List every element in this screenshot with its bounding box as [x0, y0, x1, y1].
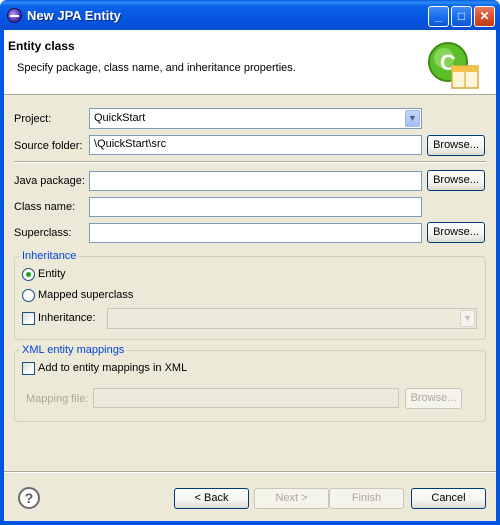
wizard-banner: Entity class Specify package, class name…	[4, 30, 496, 95]
maximize-button[interactable]: □	[451, 6, 472, 27]
java-package-field[interactable]	[89, 171, 422, 191]
page-description: Specify package, class name, and inherit…	[17, 62, 296, 74]
class-name-field[interactable]	[89, 197, 422, 217]
java-package-browse-button[interactable]: Browse...	[427, 170, 485, 191]
project-label: Project:	[14, 113, 52, 125]
finish-button: Finish	[329, 488, 404, 509]
project-select[interactable]: QuickStart ▼	[89, 108, 422, 129]
mapping-file-browse-button: Browse...	[405, 388, 462, 409]
mapping-file-label: Mapping file:	[26, 393, 89, 405]
class-name-label: Class name:	[14, 201, 76, 213]
inheritance-strategy-select: ▼	[107, 308, 477, 329]
mapped-superclass-radio-label[interactable]: Mapped superclass	[38, 289, 133, 301]
footer-separator	[4, 471, 496, 473]
chevron-down-icon[interactable]: ▼	[405, 110, 420, 127]
inheritance-checkbox[interactable]	[22, 312, 35, 325]
project-value: QuickStart	[94, 112, 146, 124]
superclass-label: Superclass:	[14, 227, 72, 239]
xml-mappings-group	[14, 350, 486, 422]
source-folder-label: Source folder:	[14, 140, 83, 152]
add-to-xml-checkbox[interactable]	[22, 362, 35, 375]
superclass-browse-button[interactable]: Browse...	[427, 222, 485, 243]
mapped-superclass-radio[interactable]	[22, 289, 35, 302]
window-title: New JPA Entity	[27, 8, 121, 23]
dialog-window: New JPA Entity _ □ ✕ Entity class Specif…	[0, 0, 500, 525]
radio-selected-dot	[26, 272, 31, 277]
separator	[14, 161, 486, 163]
xml-mappings-group-title: XML entity mappings	[20, 344, 127, 356]
mapping-file-field	[93, 388, 399, 408]
title-bar[interactable]: New JPA Entity _ □ ✕	[0, 0, 500, 30]
inheritance-group-title: Inheritance	[20, 250, 79, 262]
java-package-label: Java package:	[14, 175, 85, 187]
help-icon[interactable]: ?	[18, 487, 40, 509]
source-folder-field[interactable]: \QuickStart\src	[89, 135, 422, 155]
page-title: Entity class	[8, 39, 75, 53]
chevron-down-icon: ▼	[460, 310, 475, 327]
close-button[interactable]: ✕	[474, 6, 495, 27]
add-to-xml-checkbox-label[interactable]: Add to entity mappings in XML	[38, 362, 187, 374]
cancel-button[interactable]: Cancel	[411, 488, 486, 509]
entity-radio[interactable]	[22, 268, 35, 281]
next-button: Next >	[254, 488, 329, 509]
minimize-button[interactable]: _	[428, 6, 449, 27]
class-wizard-icon: C	[428, 42, 479, 89]
back-button[interactable]: < Back	[174, 488, 249, 509]
eclipse-icon	[7, 8, 22, 23]
entity-radio-label[interactable]: Entity	[38, 268, 66, 280]
source-folder-browse-button[interactable]: Browse...	[427, 135, 485, 156]
dialog-client: Entity class Specify package, class name…	[4, 30, 496, 521]
inheritance-checkbox-label[interactable]: Inheritance:	[38, 312, 95, 324]
superclass-field[interactable]	[89, 223, 422, 243]
